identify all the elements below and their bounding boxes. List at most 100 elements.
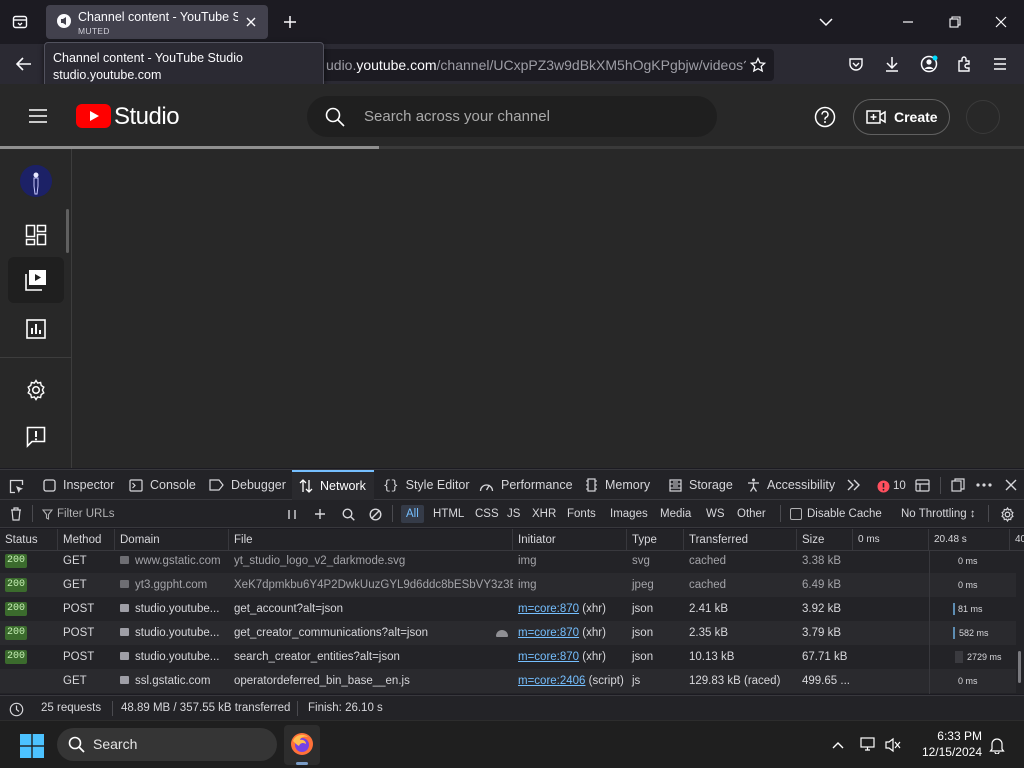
filter-type-all[interactable]: All — [401, 505, 424, 523]
devtools-tab-accessibility[interactable]: Accessibility — [747, 470, 835, 500]
add-request-icon[interactable] — [310, 504, 330, 524]
table-row[interactable]: GET ssl.gstatic.com operatordeferred_bin… — [0, 669, 1016, 693]
disable-cache-checkbox[interactable] — [790, 508, 802, 520]
error-count-badge[interactable]: 10 — [877, 478, 906, 494]
filter-urls-field[interactable]: Filter URLs — [42, 500, 274, 528]
sidebar-scrollbar[interactable] — [66, 209, 69, 253]
table-row[interactable]: 200 POST studio.youtube... search_creato… — [0, 645, 1016, 669]
filter-type-ws[interactable]: WS — [706, 505, 725, 523]
browser-tab[interactable]: Channel content - YouTube Studio MUTED — [46, 5, 268, 39]
column-header-file[interactable]: File — [229, 529, 513, 551]
close-tab-icon[interactable] — [242, 13, 260, 31]
filter-type-images[interactable]: Images — [610, 505, 648, 523]
column-header-method[interactable]: Method — [58, 529, 115, 551]
filter-type-css[interactable]: CSS — [475, 505, 499, 523]
devtools-tab-performance[interactable]: Performance — [479, 470, 573, 500]
restore-icon[interactable] — [943, 10, 967, 34]
settings-icon[interactable] — [20, 374, 52, 406]
sidebar-divider — [0, 357, 71, 358]
table-row[interactable]: 200 GET yt3.ggpht.com XeK7dpmkbu6Y4P2Dwk… — [0, 573, 1016, 597]
request-list-scrollbar[interactable] — [1016, 551, 1024, 694]
column-header-type[interactable]: Type — [627, 529, 684, 551]
devtools-tab-memory[interactable]: Memory — [585, 470, 650, 500]
column-header-initiator[interactable]: Initiator — [513, 529, 627, 551]
column-header-domain[interactable]: Domain — [115, 529, 229, 551]
analytics-icon[interactable] — [20, 313, 52, 345]
feedback-icon[interactable] — [20, 421, 52, 453]
pocket-icon[interactable] — [844, 52, 868, 76]
bookmark-star-icon[interactable] — [746, 53, 770, 77]
more-options-icon[interactable] — [974, 475, 994, 495]
tab-label-accessibility: Accessibility — [767, 478, 836, 492]
column-header-size[interactable]: Size — [797, 529, 853, 551]
downloads-icon[interactable] — [880, 52, 904, 76]
url-text[interactable]: udio.youtube.com/channel/UCxpPZ3w9dBkXM5… — [326, 57, 746, 73]
tab-audio-icon[interactable] — [56, 13, 72, 29]
close-window-icon[interactable] — [989, 10, 1013, 34]
devtools-tab-inspector[interactable]: Inspector — [43, 470, 114, 500]
channel-search-bar[interactable]: Search across your channel — [307, 96, 717, 137]
more-tabs-chevron-icon[interactable] — [844, 475, 864, 495]
back-icon[interactable] — [12, 52, 36, 76]
help-icon[interactable] — [812, 104, 838, 130]
tab-list-icon[interactable] — [8, 10, 32, 34]
initiator-link[interactable]: m=core:2406 — [518, 675, 585, 687]
windows-start-icon[interactable] — [20, 734, 44, 758]
search-icon[interactable] — [325, 107, 345, 127]
extensions-icon[interactable] — [952, 52, 976, 76]
search-requests-icon[interactable] — [338, 504, 358, 524]
column-header-status[interactable]: Status — [0, 529, 58, 551]
filter-type-media[interactable]: Media — [660, 505, 691, 523]
network-settings-gear-icon[interactable] — [997, 504, 1017, 524]
filter-type-xhr[interactable]: XHR — [532, 505, 556, 523]
devtools-tab-debugger[interactable]: Debugger — [209, 470, 286, 500]
taskbar-search-box[interactable]: Search — [57, 728, 277, 761]
table-row[interactable]: 200 POST studio.youtube... get_account?a… — [0, 597, 1016, 621]
devtools-tab-style-editor[interactable]: {} Style Editor — [383, 470, 470, 500]
scrollbar-thumb[interactable] — [1018, 651, 1021, 683]
show-hidden-icons-chevron-icon[interactable] — [828, 735, 848, 755]
dashboard-icon[interactable] — [20, 219, 52, 251]
column-header-transferred[interactable]: Transferred — [684, 529, 797, 551]
search-input[interactable]: Search across your channel — [364, 108, 550, 125]
new-tab-icon[interactable] — [278, 10, 302, 34]
hamburger-menu-icon[interactable] — [24, 104, 52, 128]
performance-analysis-icon[interactable] — [6, 699, 26, 719]
notifications-bell-icon[interactable] — [986, 735, 1008, 755]
devtools-tab-console[interactable]: Console — [129, 470, 196, 500]
element-picker-icon[interactable] — [6, 476, 26, 496]
block-requests-icon[interactable] — [365, 504, 385, 524]
filter-urls-input[interactable]: Filter URLs — [57, 508, 115, 520]
menu-icon[interactable] — [988, 52, 1012, 76]
create-button[interactable]: Create — [853, 99, 950, 135]
list-all-tabs-icon[interactable] — [814, 10, 838, 34]
dock-side-icon[interactable] — [948, 475, 968, 495]
channel-avatar-icon[interactable] — [20, 165, 52, 197]
filter-type-html[interactable]: HTML — [433, 505, 464, 523]
account-icon[interactable] — [917, 52, 941, 76]
filter-type-js[interactable]: JS — [507, 505, 520, 523]
clock[interactable]: 6:33 PM 12/15/2024 — [906, 727, 982, 763]
initiator-link[interactable]: m=core:870 — [518, 603, 579, 615]
table-row[interactable]: 200 POST studio.youtube... get_creator_c… — [0, 621, 1016, 645]
network-status-icon[interactable] — [858, 735, 880, 755]
clear-requests-trash-icon[interactable] — [6, 504, 26, 524]
volume-muted-icon[interactable] — [882, 735, 904, 755]
content-icon[interactable] — [20, 264, 52, 296]
throttling-select[interactable]: No Throttling ↕ — [901, 500, 976, 528]
pause-recording-icon[interactable] — [282, 504, 302, 524]
initiator-link[interactable]: m=core:870 — [518, 627, 579, 639]
firefox-taskbar-icon[interactable] — [284, 725, 320, 765]
close-devtools-icon[interactable] — [1001, 475, 1021, 495]
devtools-tab-network[interactable]: Network — [292, 470, 374, 500]
account-avatar[interactable] — [966, 100, 1000, 134]
filter-type-fonts[interactable]: Fonts — [567, 505, 596, 523]
disable-cache-toggle[interactable]: Disable Cache — [790, 500, 882, 528]
studio-logo[interactable]: Studio — [76, 103, 180, 131]
split-console-icon[interactable] — [912, 475, 932, 495]
filter-type-other[interactable]: Other — [737, 505, 766, 523]
devtools-tab-storage[interactable]: Storage — [669, 470, 733, 500]
initiator-link[interactable]: m=core:870 — [518, 651, 579, 663]
minimize-icon[interactable] — [896, 10, 920, 34]
table-row[interactable]: 200 GET www.gstatic.com yt_studio_logo_v… — [0, 551, 1016, 573]
